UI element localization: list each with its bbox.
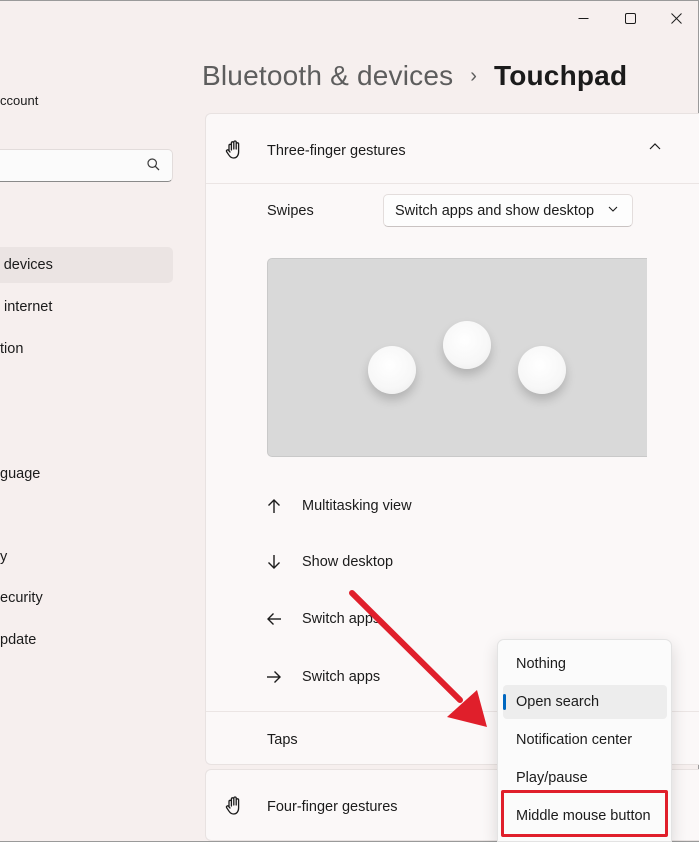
- hand-gesture-icon: [225, 140, 240, 159]
- arrow-left-icon: [264, 609, 284, 629]
- menu-item-label: Nothing: [516, 656, 566, 672]
- close-button[interactable]: [653, 0, 699, 36]
- sidebar-item-privacy-security[interactable]: ecurity: [0, 580, 173, 616]
- close-icon: [670, 12, 682, 24]
- annotation-highlight-box: [501, 790, 668, 837]
- sidebar-item-label: ecurity: [0, 590, 43, 606]
- finger-dot: [368, 346, 416, 394]
- gesture-preview-image: [267, 258, 647, 457]
- breadcrumb: Bluetooth & devices › Touchpad: [202, 60, 627, 92]
- breadcrumb-parent-link[interactable]: Bluetooth & devices: [202, 60, 453, 92]
- sidebar-item-time-language[interactable]: guage: [0, 456, 173, 492]
- menu-item-label: Open search: [516, 694, 600, 710]
- swipe-action-label: Switch apps: [302, 669, 381, 685]
- maximize-button[interactable]: [607, 0, 653, 36]
- maximize-icon: [624, 12, 636, 24]
- three-finger-gestures-title: Three-finger gestures: [267, 143, 406, 159]
- chevron-down-icon: [608, 206, 618, 212]
- chevron-up-icon[interactable]: [649, 142, 661, 150]
- menu-item-open-search[interactable]: Open search: [503, 685, 667, 719]
- swipes-dropdown[interactable]: Switch apps and show desktop: [383, 194, 633, 227]
- four-finger-gestures-title: Four-finger gestures: [267, 799, 398, 815]
- swipe-action-row: Show desktop: [264, 550, 393, 574]
- arrow-up-icon: [264, 496, 284, 516]
- account-label: ccount: [0, 93, 39, 108]
- swipe-action-label: Show desktop: [302, 554, 394, 570]
- arrow-down-icon: [264, 552, 284, 572]
- sidebar-item-network-internet[interactable]: internet: [0, 289, 173, 325]
- sidebar-item-label: guage: [0, 466, 41, 482]
- sidebar-item-personalization[interactable]: tion: [0, 331, 173, 367]
- selection-indicator: [503, 694, 506, 710]
- taps-label: Taps: [267, 732, 298, 748]
- swipe-action-row: Multitasking view: [264, 494, 412, 518]
- search-icon: [147, 158, 160, 171]
- swipe-action-row: Switch apps: [264, 665, 380, 689]
- breadcrumb-separator: ›: [470, 64, 477, 87]
- sidebar-item-label: tion: [0, 341, 24, 357]
- hand-gesture-icon: [225, 796, 240, 815]
- sidebar-item-windows-update[interactable]: pdate: [0, 622, 173, 658]
- minimize-icon: [578, 17, 588, 19]
- three-finger-gestures-header[interactable]: Three-finger gestures: [206, 114, 699, 184]
- page-title: Touchpad: [493, 60, 628, 91]
- menu-item-label: Notification center: [516, 732, 633, 748]
- sidebar-item-label: & devices: [0, 257, 53, 273]
- sidebar-item-accessibility[interactable]: y: [0, 539, 173, 575]
- swipe-action-row: Switch apps: [264, 607, 380, 631]
- swipes-label: Swipes: [267, 203, 314, 219]
- menu-item-notification-center[interactable]: Notification center: [503, 723, 667, 757]
- arrow-right-icon: [264, 667, 284, 687]
- swipe-action-label: Switch apps: [302, 611, 381, 627]
- menu-item-nothing[interactable]: Nothing: [503, 647, 667, 681]
- sidebar-item-bluetooth-devices[interactable]: & devices: [0, 247, 173, 283]
- search-input[interactable]: [0, 149, 173, 182]
- menu-item-label: Play/pause: [516, 770, 588, 786]
- finger-dot: [518, 346, 566, 394]
- sidebar-item-label: internet: [4, 299, 53, 315]
- swipes-dropdown-value: Switch apps and show desktop: [395, 203, 595, 219]
- swipe-action-label: Multitasking view: [302, 498, 412, 514]
- finger-dot: [443, 321, 491, 369]
- minimize-button[interactable]: [560, 0, 606, 36]
- sidebar-item-label: pdate: [0, 632, 37, 648]
- sidebar-item-label: y: [0, 549, 8, 565]
